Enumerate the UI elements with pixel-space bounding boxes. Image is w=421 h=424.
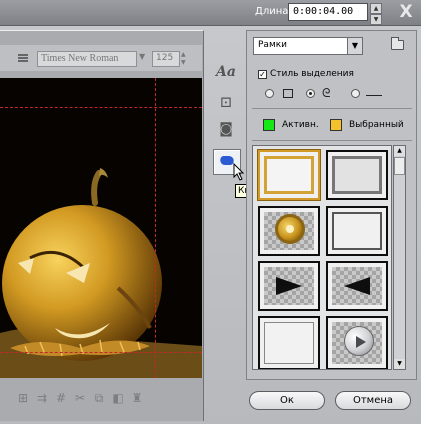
scroll-down-button[interactable]: ▼ (394, 359, 405, 369)
gallery-item-frame-white[interactable] (326, 206, 388, 256)
divider (252, 108, 412, 109)
pumpkin-image (0, 78, 202, 378)
folder-icon[interactable] (391, 37, 404, 50)
ok-button[interactable]: Ок (249, 391, 325, 410)
active-color-label: Активн. (282, 120, 319, 130)
round-button-icon (344, 326, 374, 356)
font-size-field[interactable]: 125 (152, 51, 180, 67)
scroll-up-button[interactable]: ▲ (394, 146, 405, 156)
divider (252, 140, 412, 141)
button-gallery (252, 145, 392, 370)
gallery-item-play-right[interactable] (258, 261, 320, 311)
safe-area-guide (155, 78, 156, 378)
lasso-icon: ᘓ (322, 86, 331, 100)
gallery-item-play-left[interactable] (326, 261, 388, 311)
scroll-thumb[interactable] (394, 157, 405, 175)
duration-field[interactable]: 0:00:04.00 (288, 3, 368, 21)
play-right-icon (276, 277, 302, 295)
selected-color-swatch[interactable] (330, 119, 342, 131)
title-preview-canvas[interactable] (0, 78, 202, 378)
font-size-stepper[interactable]: ▲ ▼ (181, 51, 189, 67)
radio-rectangle[interactable] (265, 89, 274, 98)
chevron-down-icon[interactable]: ▼ (370, 14, 382, 25)
chevron-down-icon[interactable]: ▼ (139, 52, 145, 61)
cancel-button[interactable]: Отмена (335, 391, 411, 410)
gallery-item-frame-screen[interactable] (326, 150, 388, 200)
duration-label: Длина: (255, 6, 292, 17)
gallery-item-plain-square[interactable] (258, 316, 320, 369)
object-type-strip: Aa ⊡ ◙ (207, 56, 243, 256)
ring-icon (275, 214, 305, 244)
shape-tool-button[interactable]: ⊡ (213, 93, 239, 117)
distribute-icon[interactable]: ⇉ (36, 392, 48, 404)
play-left-icon (344, 277, 370, 295)
duration-stepper[interactable]: ▲ ▼ (370, 3, 382, 25)
gallery-item-round-play[interactable] (326, 316, 388, 369)
cut-icon[interactable]: ✂ (74, 392, 86, 404)
gallery-item-gold-ring[interactable] (258, 206, 320, 256)
rectangle-icon (283, 89, 293, 98)
line-icon (366, 95, 382, 96)
text-tool-button[interactable]: Aa (213, 64, 239, 88)
close-button[interactable]: X (394, 1, 418, 23)
style-checkbox[interactable]: ✓ (258, 70, 267, 79)
safe-area-guide (0, 107, 202, 108)
copy-icon[interactable]: ⧉ (93, 392, 105, 404)
gallery-scrollbar[interactable] (393, 145, 406, 370)
play-icon (356, 336, 366, 348)
chevron-down-icon[interactable]: ▼ (347, 38, 362, 54)
font-name-select[interactable]: Times New Roman (37, 51, 137, 67)
active-color-swatch[interactable] (263, 119, 275, 131)
editor-bottom-toolbar: ⊞ ⇉ # ✂ ⧉ ◧ ♜ (0, 387, 202, 409)
radio-lasso[interactable] (306, 89, 315, 98)
style-label: Стиль выделения (270, 69, 354, 79)
paste-icon[interactable]: ◧ (112, 392, 124, 404)
align-icon[interactable]: ⊞ (17, 392, 29, 404)
safe-area-guide (0, 352, 202, 353)
mouse-cursor-icon (233, 163, 245, 181)
radio-line[interactable] (351, 89, 360, 98)
gallery-item-frame-gold[interactable] (258, 150, 320, 200)
selected-color-label: Выбранный (349, 120, 404, 130)
delete-icon[interactable]: ♜ (131, 392, 143, 404)
justify-icon[interactable] (18, 54, 28, 62)
picture-tool-button[interactable]: ◙ (213, 121, 239, 145)
chevron-up-icon[interactable]: ▲ (370, 3, 382, 14)
grid-icon[interactable]: # (55, 392, 67, 404)
